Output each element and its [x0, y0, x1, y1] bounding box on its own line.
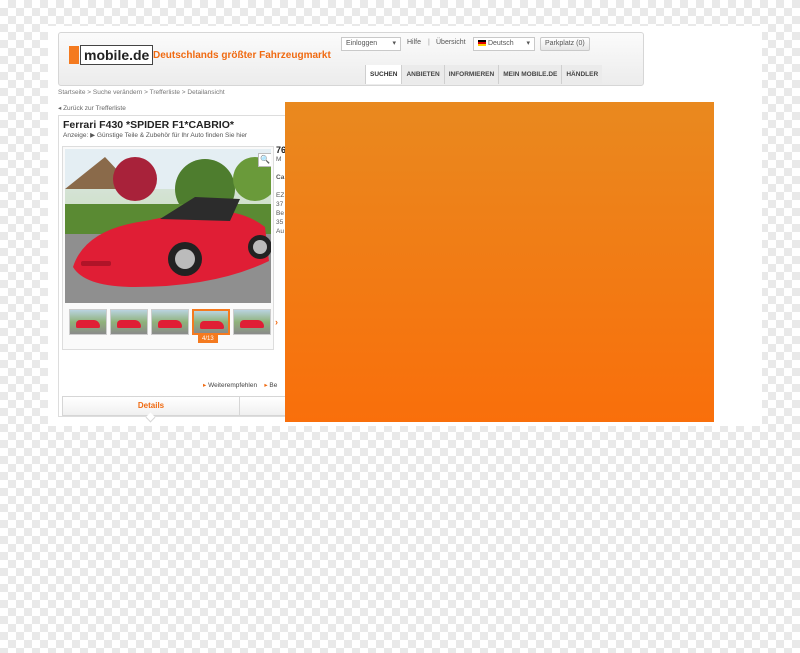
tab-details[interactable]: Details — [63, 397, 240, 415]
logo-text: mobile.de — [80, 45, 154, 65]
recommend-link[interactable]: Weiterempfehlen — [208, 382, 257, 389]
thumbnail-selected[interactable] — [192, 309, 230, 335]
login-label: Einloggen — [346, 40, 378, 47]
site-logo[interactable]: mobile.de — [69, 45, 154, 65]
car-image — [65, 149, 271, 303]
chevron-left-icon: ◂ — [58, 105, 62, 112]
main-photo[interactable]: 🔍 — [65, 149, 271, 303]
chevron-down-icon: ▾ — [392, 40, 396, 47]
logo-orange-block — [69, 46, 79, 64]
divider: | — [428, 39, 430, 46]
magnifier-icon[interactable]: 🔍 — [258, 153, 271, 167]
action-links: ▸ Weiterempfehlen ▸ Be — [203, 381, 277, 389]
tab-suchen[interactable]: SUCHEN — [365, 65, 402, 84]
parking-label: Parkplatz (0) — [545, 40, 585, 47]
tab-anbieten[interactable]: ANBIETEN — [401, 65, 444, 84]
back-link-label: Zurück zur Trefferliste — [63, 105, 126, 112]
arrow-right-icon: ▸ — [203, 382, 207, 389]
chevron-down-icon: ▾ — [526, 40, 530, 47]
site-header: mobile.de Deutschlands größter Fahrzeugm… — [58, 32, 644, 86]
photo-counter: 4/13 — [198, 335, 218, 343]
help-link[interactable]: Hilfe — [407, 39, 421, 46]
parking-button[interactable]: Parkplatz (0) — [540, 37, 590, 51]
overview-link[interactable]: Übersicht — [436, 39, 466, 46]
thumbnail[interactable] — [233, 309, 271, 335]
back-link[interactable]: ◂ Zurück zur Trefferliste — [58, 104, 126, 112]
arrow-right-icon: ▸ — [264, 382, 268, 389]
thumbnail[interactable] — [151, 309, 189, 335]
german-flag-icon — [478, 40, 486, 47]
thumbnail[interactable] — [110, 309, 148, 335]
site-tagline: Deutschlands größter Fahrzeugmarkt — [153, 50, 331, 61]
listing-title: Ferrari F430 *SPIDER F1*CABRIO* — [63, 119, 234, 131]
thumbnail-strip — [69, 309, 271, 335]
orange-overlay-block — [285, 102, 714, 422]
second-link[interactable]: Be — [269, 382, 277, 389]
tab-haendler[interactable]: HÄNDLER — [561, 65, 603, 84]
main-nav: SUCHEN ANBIETEN INFORMIEREN MEIN MOBILE.… — [365, 65, 603, 84]
chevron-right-icon[interactable]: › — [275, 317, 278, 327]
language-select[interactable]: Deutsch ▾ — [473, 37, 535, 51]
language-label: Deutsch — [487, 40, 514, 47]
login-select[interactable]: Einloggen ▾ — [341, 37, 401, 51]
ad-line[interactable]: Anzeige: ▶ Günstige Teile & Zubehör für … — [63, 131, 247, 139]
thumbnail[interactable] — [69, 309, 107, 335]
breadcrumb[interactable]: Startseite > Suche verändern > Trefferli… — [58, 89, 225, 96]
tab-informieren[interactable]: INFORMIEREN — [443, 65, 499, 84]
photo-gallery: 🔍 4/13 › — [62, 146, 278, 350]
tab-mein-mobile[interactable]: MEIN MOBILE.DE — [498, 65, 562, 84]
